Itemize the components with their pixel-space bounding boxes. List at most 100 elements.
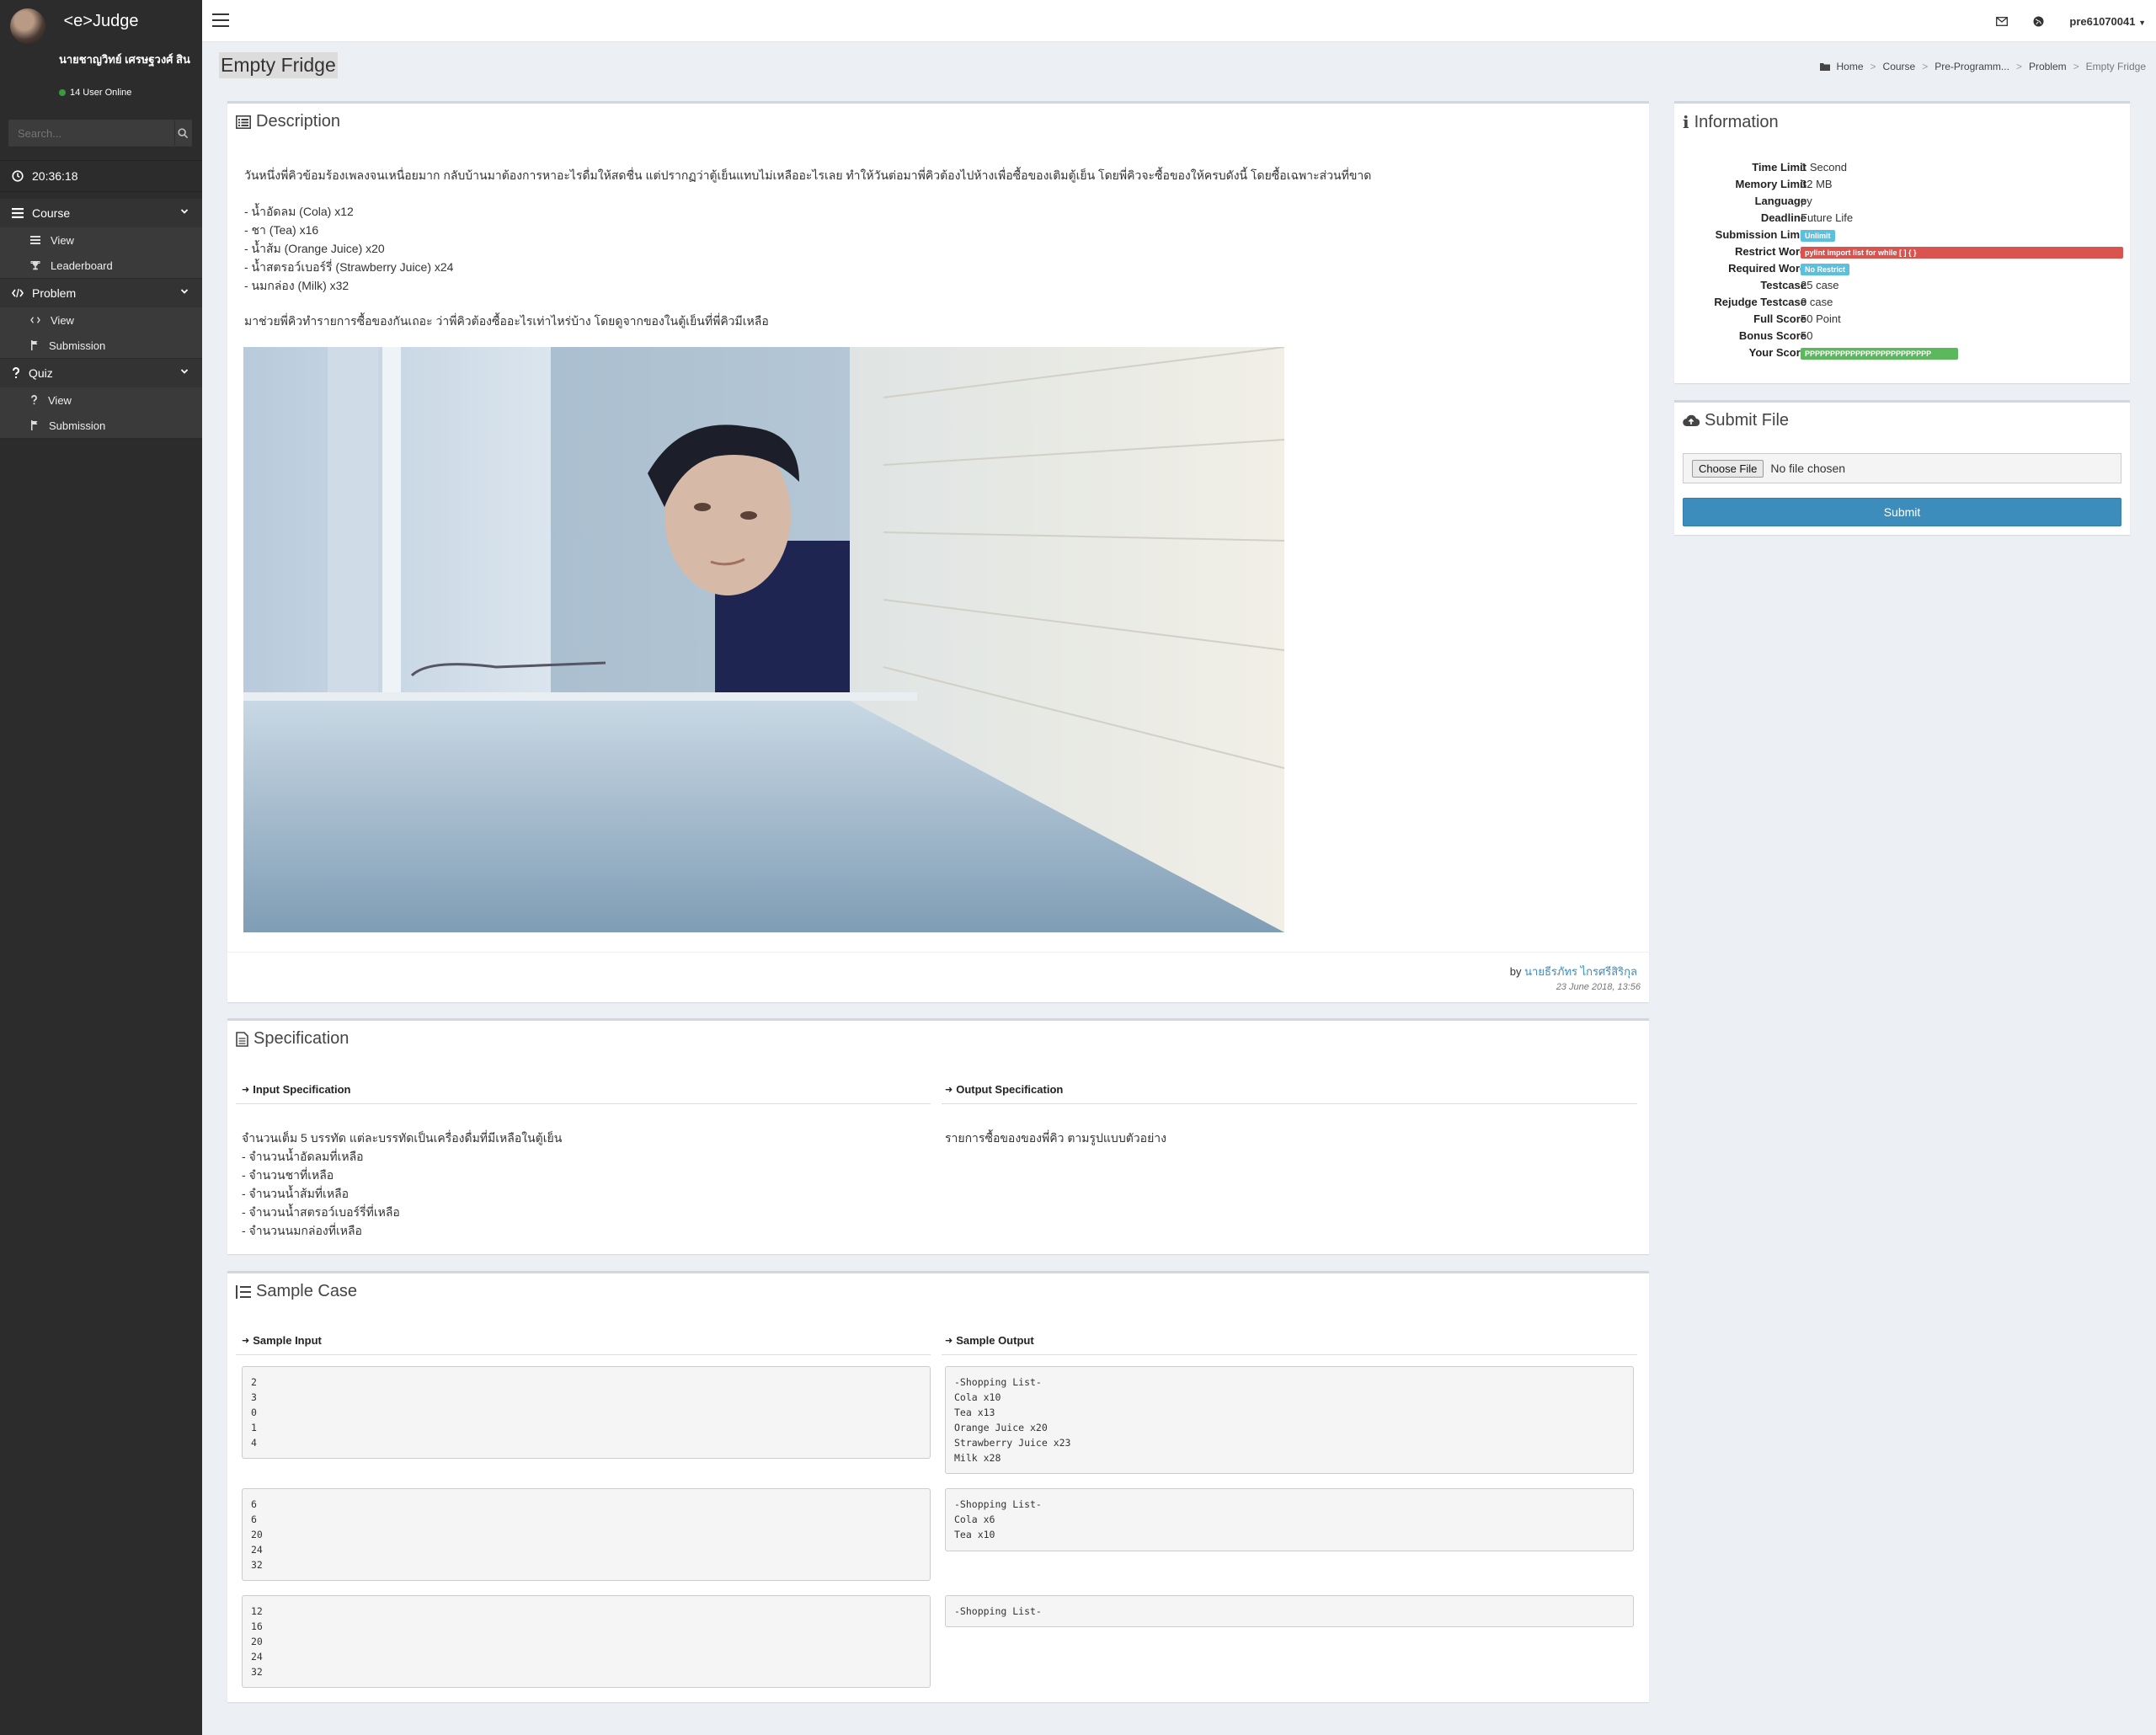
globe-icon[interactable] <box>2033 16 2044 27</box>
user-menu[interactable]: pre61070041 ▼ <box>2069 15 2146 28</box>
menu-course-leaderboard-label: Leaderboard <box>51 259 113 272</box>
description-item: - น้ำสตรอว์เบอร์รี่ (Strawberry Juice) x… <box>244 260 454 274</box>
sidebar-toggle-icon[interactable] <box>212 13 229 27</box>
question-icon <box>31 395 37 405</box>
clock: 20:36:18 <box>0 160 202 192</box>
page-title: Empty Fridge <box>219 52 338 78</box>
menu-quiz[interactable]: Quiz <box>0 359 202 387</box>
submit-box: Submit File Choose File No file chosen S… <box>1674 400 2130 535</box>
specification-title: Specification <box>253 1029 350 1048</box>
menu-course-leaderboard[interactable]: Leaderboard <box>0 253 202 278</box>
submit-button[interactable]: Submit <box>1683 498 2121 526</box>
menu-quiz-view[interactable]: View <box>0 387 202 413</box>
menu-problem-view[interactable]: View <box>0 307 202 333</box>
search-input[interactable] <box>9 120 174 146</box>
breadcrumb-separator: > <box>1922 61 1929 72</box>
menu-problem[interactable]: Problem <box>0 279 202 307</box>
online-status: 14 User Online <box>59 88 131 98</box>
menu-course[interactable]: Course <box>0 199 202 227</box>
breadcrumb-separator: > <box>2073 61 2079 72</box>
sample-input-title: Sample Input <box>253 1334 322 1347</box>
breadcrumb-problem[interactable]: Problem <box>2029 61 2067 72</box>
description-item: - น้ำอัดลม (Cola) x12 <box>244 205 354 218</box>
file-input[interactable]: Choose File No file chosen <box>1683 453 2121 483</box>
breadcrumb-separator: > <box>1870 61 1876 72</box>
sample-case-title: Sample Case <box>256 1282 358 1300</box>
specification-header: Specification <box>236 1029 349 1049</box>
input-spec-line: - จำนวนน้ำส้มที่เหลือ <box>242 1187 350 1200</box>
menu-group-quiz: Quiz View Submission <box>0 359 202 439</box>
user-menu-name: pre61070041 <box>2069 14 2136 28</box>
menu-course-view-label: View <box>51 233 74 247</box>
description-title: Description <box>256 112 341 131</box>
sidebar-menu: Course View Leaderboard Problem View Sub… <box>0 199 202 439</box>
user-name: นายชาญวิทย์ เศรษฐวงศ์ สิน <box>59 53 190 66</box>
info-label: Language <box>1754 195 1806 207</box>
output-spec-title: Output Specification <box>956 1083 1064 1096</box>
menu-quiz-submission[interactable]: Submission <box>0 413 202 438</box>
online-dot-icon <box>59 89 66 96</box>
description-item: - นมกล่อง (Milk) x32 <box>244 279 350 292</box>
info-row: Rejudge Testcase 0 case <box>1674 296 2129 312</box>
info-value: 50 Point <box>1801 312 1841 325</box>
info-label: Testcase <box>1760 279 1806 291</box>
sample-input-1: 2 3 0 1 4 <box>242 1366 931 1459</box>
menu-course-view[interactable]: View <box>0 227 202 253</box>
menu-problem-submission-label: Submission <box>49 339 106 352</box>
sample-input-3: 12 16 20 24 32 <box>242 1595 931 1688</box>
sample-case-header: Sample Case <box>236 1282 357 1301</box>
author-date: 23 June 2018, 13:56 <box>1556 982 1641 992</box>
output-spec-text: รายการซื้อของของพี่คิว ตามรูปแบบตัวอย่าง <box>945 1131 1166 1145</box>
top-navbar: pre61070041 ▼ <box>202 0 2156 42</box>
description-box: Description วันหนึ่งพี่คิวข้อมร้องเพลงจน… <box>227 101 1649 1002</box>
file-text-icon <box>236 1031 248 1047</box>
info-label: Time Limit <box>1752 161 1806 174</box>
menu-problem-label: Problem <box>32 286 77 300</box>
problem-image <box>243 347 1284 932</box>
input-spec-title: Input Specification <box>253 1083 351 1096</box>
input-spec-line: จำนวนเต็ม 5 บรรทัด แต่ละบรรทัดเป็นเครื่อ… <box>242 1131 563 1145</box>
info-row: Time Limit 1 Second <box>1674 161 2129 178</box>
info-row: Your Score PPPPPPPPPPPPPPPPPPPPPPPPP <box>1674 346 2129 363</box>
specification-box: Specification ➜ Input Specification ➜ Ou… <box>227 1018 1649 1254</box>
breadcrumb-course[interactable]: Course <box>1883 61 1916 72</box>
menu-problem-sub: View Submission <box>0 307 202 358</box>
description-header: Description <box>236 112 340 131</box>
sign-out-icon: ➜ <box>945 1336 953 1346</box>
information-box: i Information Time Limit 1 Second Memory L… <box>1674 101 2130 383</box>
caret-down-icon: ▼ <box>2138 18 2146 27</box>
info-value: 50 <box>1801 329 1813 342</box>
sample-output-1: -Shopping List- Cola x10 Tea x13 Orange … <box>945 1366 1634 1474</box>
input-spec-header: ➜ Input Specification <box>242 1083 351 1096</box>
info-badge: Unlimit <box>1801 230 1835 242</box>
envelope-icon[interactable] <box>1996 16 2009 26</box>
sample-output-2: -Shopping List- Cola x6 Tea x10 <box>945 1488 1634 1551</box>
sign-out-icon: ➜ <box>945 1085 953 1095</box>
info-label: Submission Limit <box>1715 228 1806 241</box>
sample-output-title: Sample Output <box>956 1334 1034 1347</box>
sample-output-header: ➜ Sample Output <box>945 1334 1034 1347</box>
info-value: 1 Second <box>1801 161 1847 174</box>
menu-group-problem: Problem View Submission <box>0 279 202 359</box>
breadcrumb-preprogramming[interactable]: Pre-Programm... <box>1935 61 2009 72</box>
menu-group-course: Course View Leaderboard <box>0 199 202 279</box>
choose-file-button[interactable]: Choose File <box>1692 459 1764 478</box>
info-value: Future Life <box>1801 211 1854 224</box>
sidebar: <e>Judge นายชาญวิทย์ เศรษฐวงศ์ สิน 14 Us… <box>0 0 202 1735</box>
sample-output-3: -Shopping List- <box>945 1595 1634 1627</box>
info-row: Memory Limit 32 MB <box>1674 178 2129 195</box>
search-button[interactable] <box>174 120 191 146</box>
submit-title: Submit File <box>1705 411 1790 430</box>
folder-icon <box>1819 63 1830 71</box>
author-link[interactable]: นายธีรภัทร ไกรศรีสิริกุล <box>1524 965 1637 978</box>
flag-icon <box>31 420 38 430</box>
question-icon <box>13 367 19 378</box>
info-value: 0 case <box>1801 296 1833 308</box>
clock-icon <box>12 170 24 182</box>
menu-problem-submission[interactable]: Submission <box>0 333 202 358</box>
info-label: Restrict Word <box>1735 245 1806 258</box>
list-icon <box>12 208 24 218</box>
info-value: Unlimit <box>1801 228 1835 242</box>
breadcrumb-home[interactable]: Home <box>1837 61 1864 72</box>
info-value: No Restrict <box>1801 262 1850 275</box>
